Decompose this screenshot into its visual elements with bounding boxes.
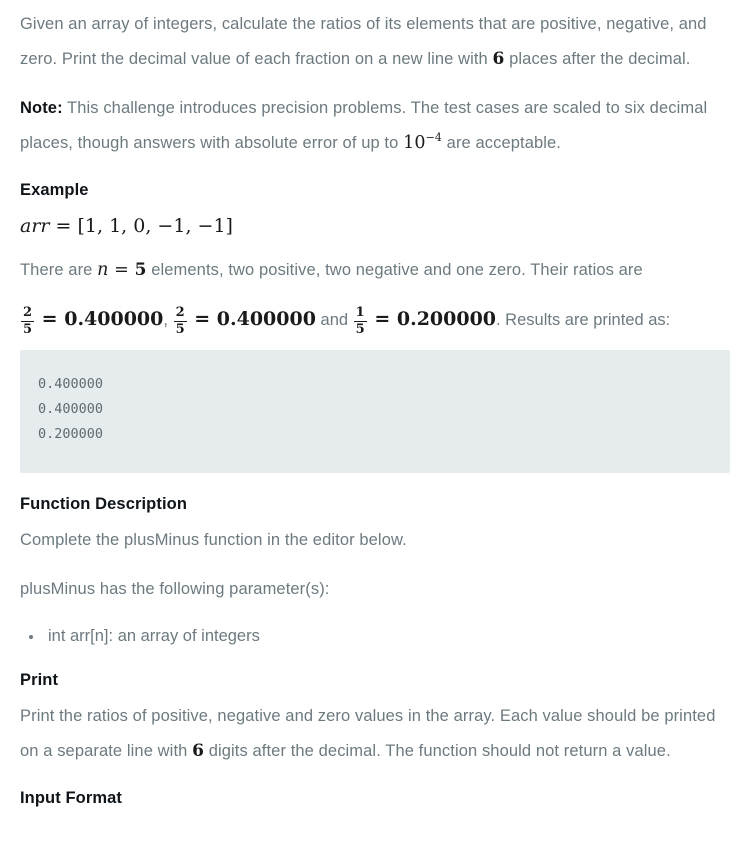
array-variable-name: arr xyxy=(20,215,50,237)
intro-text-part2: places after the decimal. xyxy=(504,50,691,68)
note-epsilon-exponent: −4 xyxy=(425,131,442,145)
n-equals-sign: = xyxy=(114,260,129,280)
ratio-1-value: 0.400000 xyxy=(64,308,164,330)
n-value: 5 xyxy=(134,260,147,280)
array-value: [1, 1, 0, −1, −1] xyxy=(77,215,233,237)
ratio-3-value: 0.200000 xyxy=(396,308,497,330)
note-label: Note: xyxy=(20,99,63,117)
function-complete-text: Complete the plusMinus function in the e… xyxy=(20,531,407,549)
ratio-1-equals: = xyxy=(41,308,58,330)
fraction-2-denominator: 5 xyxy=(173,320,187,337)
print-digits-math: 6 xyxy=(192,741,205,761)
ratio-expression-2: 25 = 0.400000 xyxy=(173,306,316,336)
function-parameters-intro: plusMinus has the following parameter(s)… xyxy=(20,580,330,598)
ratio-expression-3: 15 = 0.200000 xyxy=(353,306,497,336)
example-heading: Example xyxy=(20,181,89,199)
fraction-1: 25 xyxy=(21,304,35,337)
example-ratios-line: 25 = 0.400000, 25 = 0.400000 and 15 = 0.… xyxy=(20,302,730,338)
intro-places-math: 6 xyxy=(492,49,505,69)
print-paragraph: Print the ratios of positive, negative a… xyxy=(20,699,730,769)
ratio-3-equals: = xyxy=(374,308,391,330)
print-text-part2: digits after the decimal. The function s… xyxy=(204,742,671,760)
print-heading: Print xyxy=(20,671,59,689)
example-sentence-part2: elements, two positive, two negative and… xyxy=(146,261,643,279)
example-results-text: . Results are printed as: xyxy=(496,311,671,329)
fraction-1-denominator: 5 xyxy=(21,320,35,337)
array-equals-sign: = xyxy=(55,215,72,237)
ratio-2-equals: = xyxy=(194,308,211,330)
note-epsilon-math: 10−4 xyxy=(403,131,442,153)
note-paragraph: Note: This challenge introduces precisio… xyxy=(20,91,730,161)
fraction-1-numerator: 2 xyxy=(23,304,33,320)
problem-statement-page: Given an array of integers, calculate th… xyxy=(0,0,750,813)
fraction-2: 25 xyxy=(173,304,187,337)
n-variable-name: n xyxy=(97,260,109,280)
fraction-3: 15 xyxy=(353,304,367,337)
input-format-heading: Input Format xyxy=(20,789,123,807)
ratio-expression-1: 25 = 0.400000 xyxy=(20,306,164,336)
example-sentence: There are n = 5 elements, two positive, … xyxy=(20,253,730,288)
ratio-2-value: 0.400000 xyxy=(216,308,316,330)
fraction-3-denominator: 5 xyxy=(353,320,367,337)
function-description-heading: Function Description xyxy=(20,495,187,513)
note-text-part1: This challenge introduces precision prob… xyxy=(20,99,708,152)
list-item: int arr[n]: an array of integers xyxy=(44,621,730,651)
fraction-2-numerator: 2 xyxy=(175,304,185,320)
note-text-part2: are acceptable. xyxy=(441,134,561,152)
example-array-equation: arr = [1, 1, 0, −1, −1] xyxy=(20,209,730,243)
function-parameter-list: int arr[n]: an array of integers xyxy=(20,621,730,651)
note-epsilon-base: 10 xyxy=(403,133,426,153)
ratio-separator-2: and xyxy=(315,311,353,329)
example-sentence-part1: There are xyxy=(20,261,98,279)
fraction-3-numerator: 1 xyxy=(355,304,365,320)
ratio-separator-1: , xyxy=(163,311,168,329)
example-output-code-block: 0.400000 0.400000 0.200000 xyxy=(20,350,730,473)
intro-paragraph: Given an array of integers, calculate th… xyxy=(20,0,730,77)
n-math: n = 5 xyxy=(97,260,146,280)
